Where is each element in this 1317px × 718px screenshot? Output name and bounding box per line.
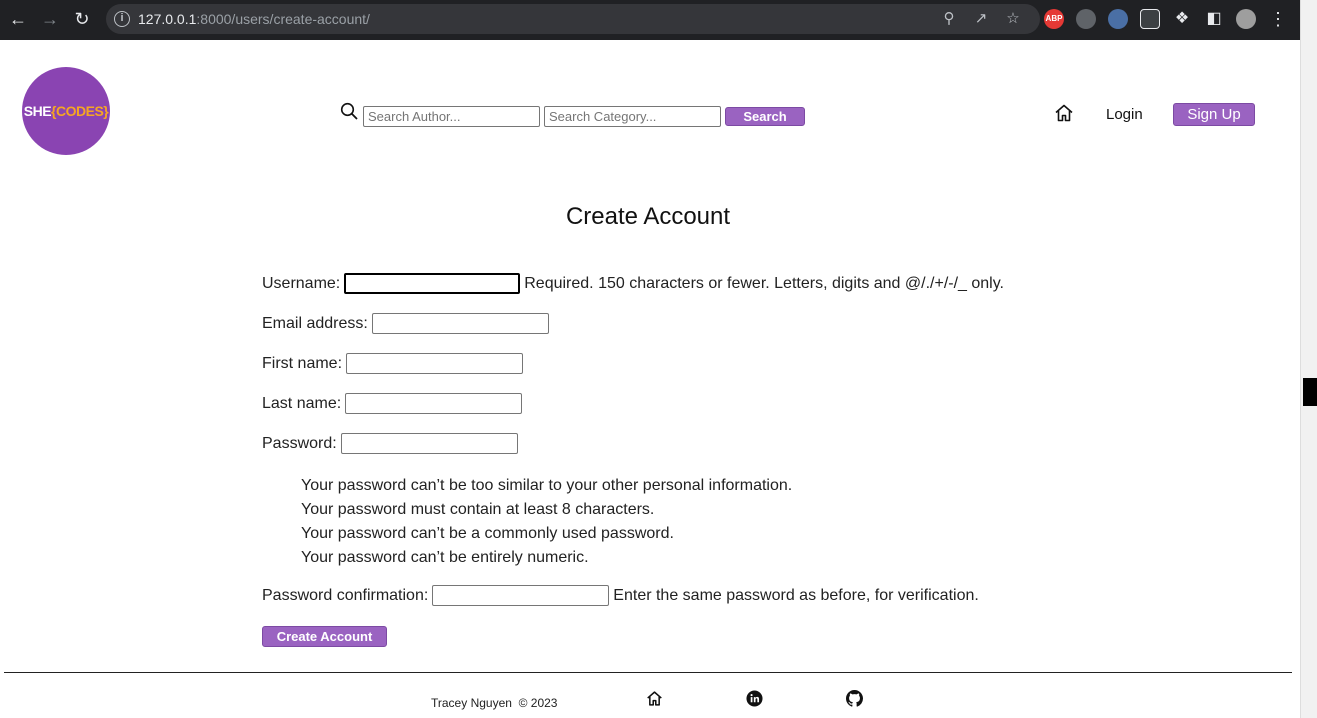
last-name-label: Last name:: [262, 394, 342, 412]
email-input[interactable]: [371, 313, 549, 334]
first-name-input[interactable]: [346, 353, 524, 374]
password-confirmation-label: Password confirmation:: [262, 586, 429, 604]
username-help-text: Required. 150 characters or fewer. Lette…: [524, 274, 1004, 292]
back-arrow-icon[interactable]: ←: [8, 9, 28, 29]
bookmark-star-icon[interactable]: ☆: [1004, 10, 1022, 28]
adblock-extension-icon[interactable]: ABP: [1044, 9, 1064, 29]
browser-toolbar: ← → ↻ i 127.0.0.1:8000/users/create-acco…: [0, 0, 1300, 40]
extension-icon[interactable]: [1076, 9, 1096, 29]
scrollbar[interactable]: [1300, 0, 1317, 718]
home-icon[interactable]: [1054, 103, 1074, 123]
reload-icon[interactable]: ↻: [72, 9, 92, 29]
list-item: Your password can’t be entirely numeric.: [301, 549, 589, 566]
last-name-input[interactable]: [345, 393, 523, 414]
github-icon[interactable]: [846, 690, 863, 707]
username-input[interactable]: [344, 273, 521, 294]
password-confirmation-help-text: Enter the same password as before, for v…: [613, 586, 979, 604]
first-name-row: First name:: [262, 353, 527, 374]
signup-button[interactable]: Sign Up: [1173, 103, 1255, 126]
email-row: Email address:: [262, 313, 553, 334]
footer-home-icon[interactable]: [646, 690, 663, 707]
url-text: 127.0.0.1:8000/users/create-account/: [138, 11, 370, 27]
site-info-icon[interactable]: i: [114, 11, 130, 27]
password-input[interactable]: [340, 433, 518, 454]
search-author-input[interactable]: [363, 106, 540, 127]
first-name-label: First name:: [262, 354, 343, 372]
footer-divider: [4, 672, 1292, 673]
password-help-list: Your password can’t be too similar to yo…: [301, 474, 792, 570]
profile-avatar[interactable]: [1236, 9, 1256, 29]
password-label: Password:: [262, 434, 337, 452]
side-handle[interactable]: [1303, 378, 1317, 406]
linkedin-icon[interactable]: [746, 690, 763, 707]
list-item: Your password can’t be too similar to yo…: [301, 477, 793, 494]
kebab-menu-icon[interactable]: ⋮: [1268, 9, 1288, 29]
page-title: Create Account: [565, 203, 731, 230]
username-label: Username:: [262, 274, 341, 292]
password-row: Password:: [262, 433, 522, 454]
email-label: Email address:: [262, 314, 368, 332]
puzzle-extensions-icon[interactable]: ❖: [1172, 9, 1192, 29]
password-confirmation-row: Password confirmation: Enter the same pa…: [262, 585, 979, 606]
username-row: Username: Required. 150 characters or fe…: [262, 273, 1004, 294]
login-link[interactable]: Login: [1106, 106, 1143, 123]
last-name-row: Last name:: [262, 393, 526, 414]
footer-copyright: Tracey Nguyen © 2023: [431, 696, 558, 710]
side-panel-icon[interactable]: ◧: [1204, 9, 1224, 29]
key-icon[interactable]: ⚲: [940, 10, 958, 28]
extension-icon[interactable]: [1108, 9, 1128, 29]
forward-arrow-icon[interactable]: →: [40, 9, 60, 29]
shecodes-logo[interactable]: SHE{CODES}: [22, 67, 110, 155]
create-account-button[interactable]: Create Account: [262, 626, 387, 647]
address-bar[interactable]: i 127.0.0.1:8000/users/create-account/ ⚲…: [106, 4, 1040, 34]
list-item: Your password must contain at least 8 ch…: [301, 501, 655, 518]
search-category-input[interactable]: [544, 106, 721, 127]
search-icon: [340, 102, 358, 120]
share-icon[interactable]: ↗: [972, 10, 990, 28]
extension-icon[interactable]: [1140, 9, 1160, 29]
password-confirmation-input[interactable]: [432, 585, 610, 606]
search-button[interactable]: Search: [725, 107, 805, 126]
list-item: Your password can’t be a commonly used p…: [301, 525, 674, 542]
